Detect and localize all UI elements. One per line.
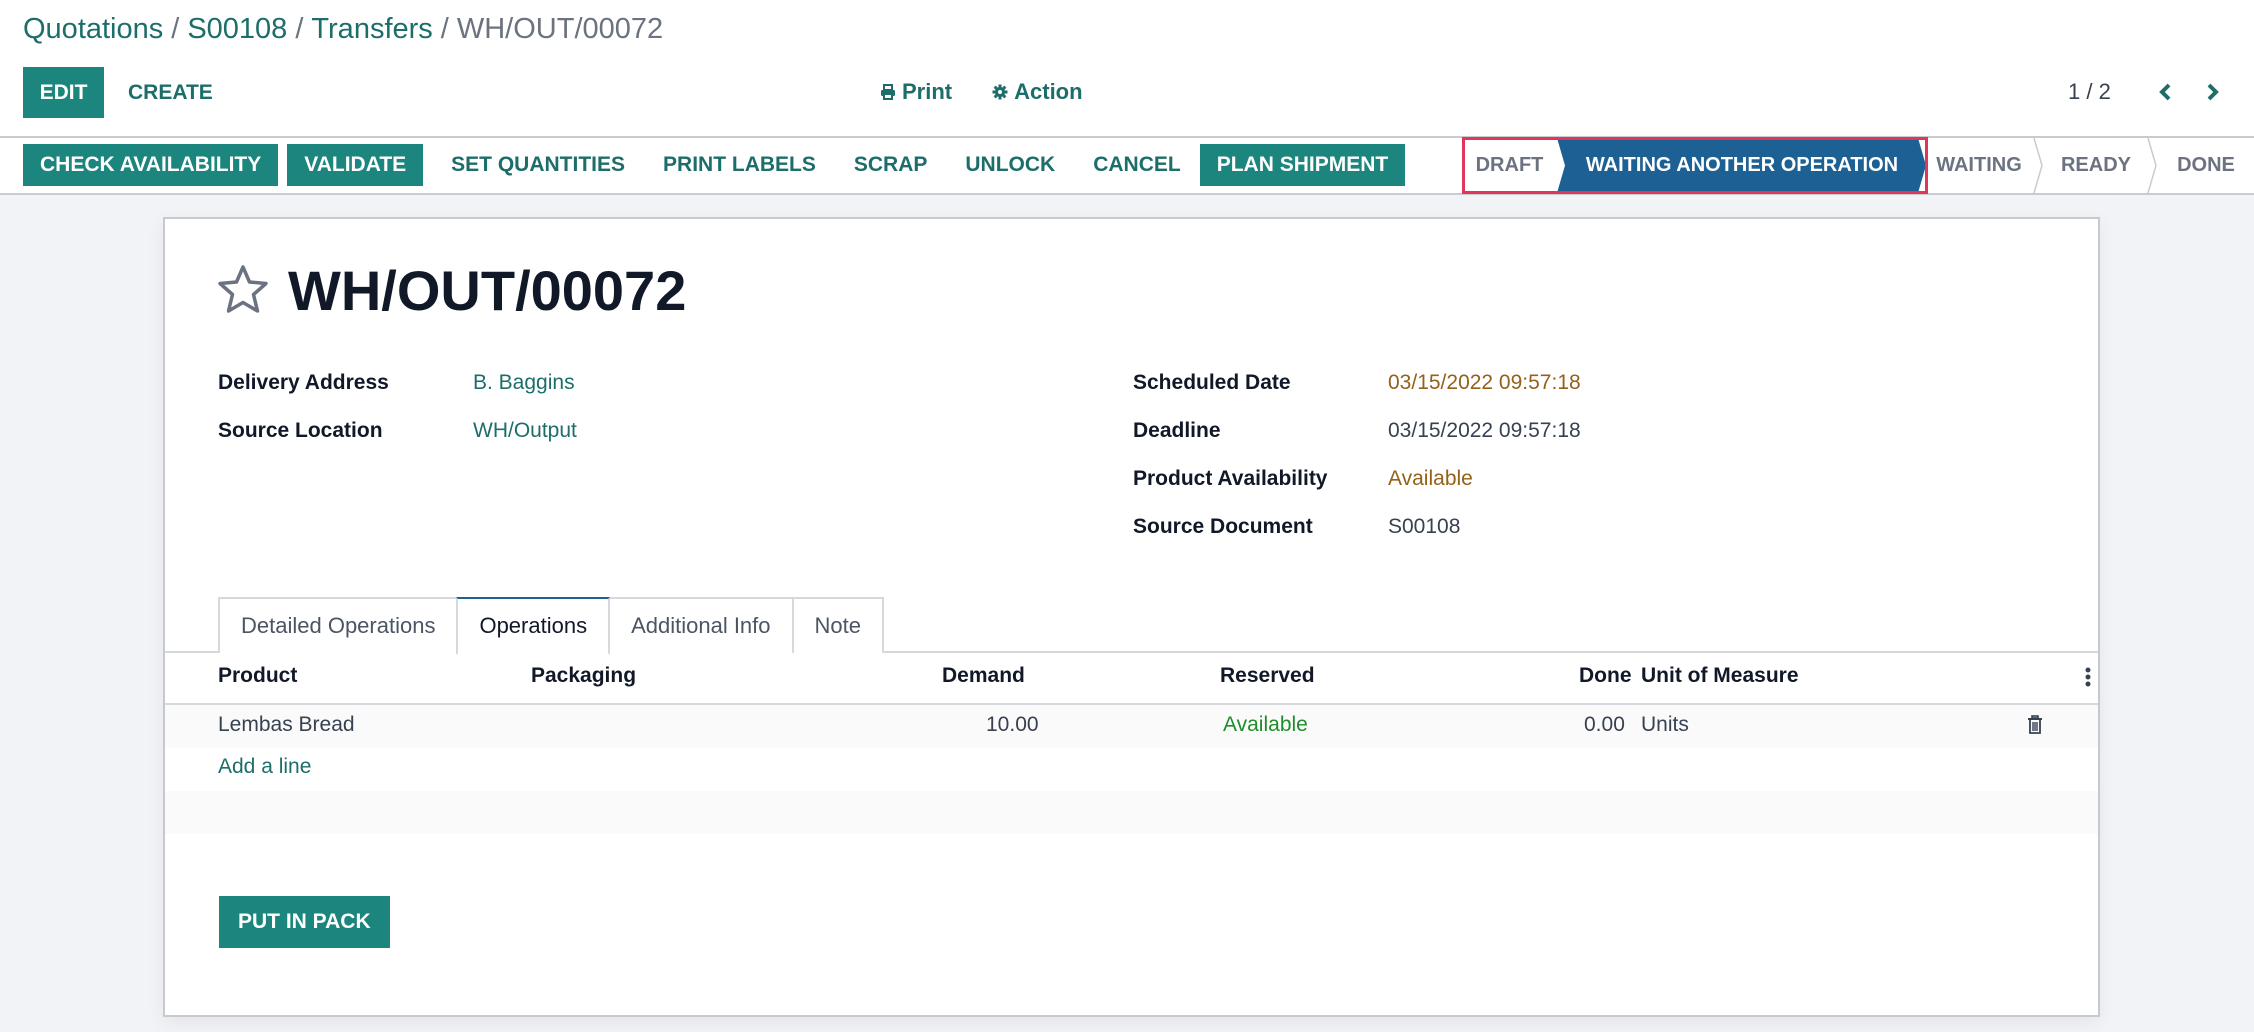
pager-value[interactable]: 1 / 2 [2068, 79, 2111, 105]
breadcrumb-separator: / [171, 13, 180, 45]
header-buttons: CHECK AVAILABILITY VALIDATE SET QUANTITI… [23, 144, 1414, 186]
table-row[interactable]: Lembas Bread 10.00 Available 0.00 Units [165, 705, 2098, 748]
set-quantities-button[interactable]: SET QUANTITIES [432, 144, 644, 186]
tab-operations[interactable]: Operations [456, 597, 611, 655]
star-outline-icon[interactable] [217, 264, 269, 319]
plan-shipment-button[interactable]: PLAN SHIPMENT [1199, 144, 1406, 186]
source-location-link[interactable]: WH/Output [473, 417, 577, 445]
print-labels-button[interactable]: PRINT LABELS [644, 144, 835, 186]
chevron-left-icon [2158, 83, 2171, 101]
cancel-button[interactable]: CANCEL [1074, 144, 1200, 186]
unlock-button[interactable]: UNLOCK [946, 144, 1074, 186]
cell-reserved: Available [1223, 713, 1308, 736]
vertical-ellipsis-icon[interactable] [2085, 667, 2091, 693]
breadcrumb-separator: / [295, 13, 304, 45]
column-header-reserved[interactable]: Reserved [1220, 664, 1315, 688]
breadcrumb-transfers[interactable]: Transfers [311, 13, 432, 45]
form-sheet: WH/OUT/00072 Delivery Address B. Baggins… [163, 217, 2100, 1017]
trash-icon[interactable] [2027, 715, 2043, 741]
field-label: Delivery Address [218, 371, 389, 394]
record-title: WH/OUT/00072 [288, 259, 687, 322]
status-step-label: DRAFT [1475, 154, 1544, 176]
column-header-packaging[interactable]: Packaging [531, 664, 636, 688]
status-step-waiting-another-operation[interactable]: WAITING ANOTHER OPERATION [1567, 138, 1917, 193]
source-document-value: S00108 [1388, 515, 1461, 538]
print-icon [880, 84, 896, 100]
status-step-label: WAITING ANOTHER OPERATION [1585, 154, 1899, 176]
status-step-divider [2147, 138, 2157, 193]
edit-button[interactable]: EDIT [23, 67, 104, 118]
status-step-label: DONE [2177, 154, 2235, 176]
operations-table-header: Product Packaging Demand Reserved Done U… [165, 653, 2098, 703]
cell-unit-of-measure: Units [1641, 713, 1689, 736]
add-line-row: Add a line [165, 748, 2098, 791]
status-step-ready[interactable]: READY [2044, 138, 2148, 193]
cell-product: Lembas Bread [218, 713, 355, 736]
pager: 1 / 2 [2068, 72, 2245, 112]
breadcrumb-current: WH/OUT/00072 [456, 13, 664, 45]
deadline-value: 03/15/2022 09:57:18 [1388, 419, 1581, 442]
divider [0, 193, 2254, 195]
scheduled-date-value: 03/15/2022 09:57:18 [1388, 371, 1581, 394]
field-label: Deadline [1133, 419, 1221, 442]
breadcrumb: Quotations / S00108/Transfers / WH/OUT/00072 [23, 10, 663, 48]
gear-icon [992, 84, 1008, 100]
add-line-link[interactable]: Add a line [218, 755, 311, 779]
breadcrumb-separator: / [440, 13, 449, 45]
cell-done: 0.00 [1584, 713, 1625, 736]
chevron-right-icon [2207, 83, 2219, 101]
action-label: Action [1014, 79, 1083, 104]
tab-detailed-operations[interactable]: Detailed Operations [218, 597, 459, 653]
column-header-unit-of-measure[interactable]: Unit of Measure [1641, 664, 1799, 688]
pager-previous-button[interactable] [2149, 76, 2181, 108]
control-panel: Quotations / S00108/Transfers / WH/OUT/00072… [0, 0, 2254, 195]
empty-row [165, 791, 2098, 834]
field-label: Scheduled Date [1133, 371, 1291, 394]
action-dropdown[interactable]: Action [992, 79, 1083, 105]
tab-note[interactable]: Note [791, 597, 884, 653]
status-step-draft[interactable]: DRAFT [1462, 138, 1557, 193]
create-button[interactable]: CREATE [118, 67, 223, 118]
put-in-pack-button[interactable]: PUT IN PACK [219, 896, 390, 948]
print-label: Print [902, 79, 953, 104]
field-label: Source Location [218, 419, 383, 442]
delivery-address-link[interactable]: B. Baggins [473, 369, 575, 397]
column-header-demand[interactable]: Demand [942, 664, 1025, 688]
status-step-divider [2033, 138, 2043, 193]
field-label: Source Document [1133, 515, 1313, 538]
status-step-label: WAITING [1936, 154, 2022, 176]
status-step-label: READY [2060, 154, 2131, 176]
product-availability-value: Available [1388, 467, 1473, 490]
validate-button[interactable]: VALIDATE [287, 144, 424, 186]
record-actions: Print Action [880, 72, 1083, 112]
print-dropdown[interactable]: Print [880, 79, 952, 105]
status-step-waiting[interactable]: WAITING [1926, 138, 2032, 193]
field-label: Product Availability [1133, 467, 1328, 490]
column-header-done[interactable]: Done [1579, 664, 1632, 688]
breadcrumb-sale-order[interactable]: S00108 [187, 13, 287, 45]
pager-next-button[interactable] [2197, 76, 2229, 108]
cell-demand: 10.00 [986, 713, 1039, 736]
breadcrumb-quotations[interactable]: Quotations [23, 13, 163, 45]
scrap-button[interactable]: SCRAP [835, 144, 947, 186]
check-availability-button[interactable]: CHECK AVAILABILITY [23, 144, 279, 186]
status-step-done[interactable]: DONE [2158, 138, 2254, 193]
notebook-tabs: Detailed Operations Operations Additiona… [218, 597, 884, 655]
column-header-product[interactable]: Product [218, 664, 297, 688]
tab-additional-info[interactable]: Additional Info [608, 597, 794, 653]
